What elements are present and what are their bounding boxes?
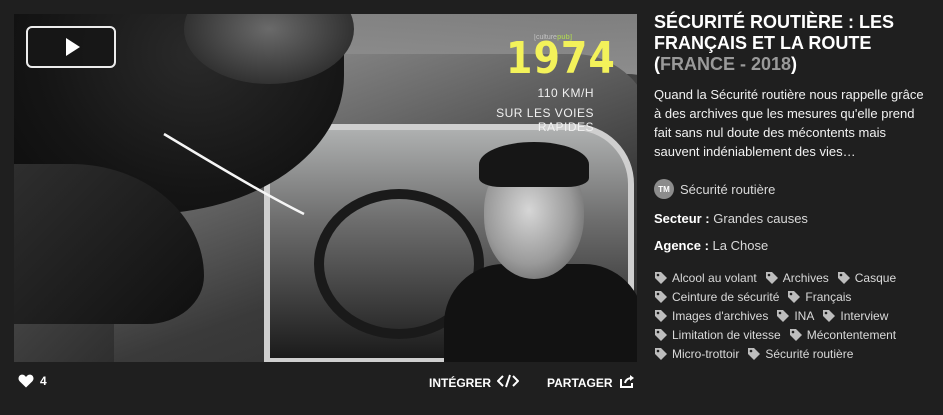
brand-link[interactable]: TM Sécurité routière [654, 179, 934, 199]
tag-label: Interview [840, 309, 889, 323]
tag-icon [654, 290, 668, 304]
tag-icon [654, 347, 668, 361]
tag-label: Sécurité routière [765, 347, 854, 361]
tag-icon [654, 309, 668, 323]
tag-item[interactable]: Images d'archives [654, 309, 768, 323]
tag-icon [787, 290, 801, 304]
tag-label: Casque [854, 271, 897, 285]
tag-icon [776, 309, 790, 323]
tag-icon [822, 309, 836, 323]
share-label: PARTAGER [547, 375, 613, 390]
video-overlay-road: SUR LES VOIES RAPIDES [496, 106, 594, 134]
tag-label: Alcool au volant [672, 271, 757, 285]
heart-icon [18, 374, 34, 388]
tag-label: Ceinture de sécurité [672, 290, 780, 304]
video-overlay-speed: 110 KM/H [537, 86, 594, 100]
sector-label: Secteur : [654, 211, 710, 226]
tag-item[interactable]: Casque [837, 271, 896, 285]
code-icon [496, 374, 520, 391]
video-overlay-year: 1974 [506, 32, 616, 84]
tag-icon [789, 328, 803, 342]
tag-icon [747, 347, 761, 361]
share-button[interactable]: PARTAGER [547, 374, 635, 391]
play-icon [66, 38, 80, 56]
tag-item[interactable]: Français [787, 290, 851, 304]
tag-item[interactable]: Sécurité routière [747, 347, 853, 361]
tag-label: Limitation de vitesse [672, 328, 781, 342]
tag-item[interactable]: Ceinture de sécurité [654, 290, 779, 304]
sector-value[interactable]: Grandes causes [713, 211, 808, 226]
agency-value[interactable]: La Chose [713, 238, 769, 253]
sector-info: Secteur : Grandes causes [654, 211, 934, 226]
tag-label: INA [794, 309, 815, 323]
embed-label: INTÉGRER [429, 375, 492, 390]
tag-item[interactable]: Limitation de vitesse [654, 328, 781, 342]
embed-button[interactable]: INTÉGRER [429, 374, 520, 391]
tag-icon [654, 328, 668, 342]
tag-label: Micro-trottoir [672, 347, 740, 361]
tag-list: Alcool au volant Archives Casque Ceinture d… [654, 271, 939, 361]
agency-label: Agence : [654, 238, 709, 253]
tag-label: Français [805, 290, 852, 304]
tag-icon [765, 271, 779, 285]
tag-icon [837, 271, 851, 285]
article-country-year: FRANCE - 2018 [660, 54, 792, 74]
video-action-bar: 4 INTÉGRER PARTAGER [14, 368, 637, 398]
likes-count: 4 [40, 374, 47, 388]
article-panel: SÉCURITÉ ROUTIÈRE : LES FRANÇAIS ET LA R… [654, 12, 934, 361]
brand-name: Sécurité routière [680, 181, 776, 197]
trademark-icon: TM [654, 179, 674, 199]
tag-item[interactable]: Archives [765, 271, 829, 285]
share-icon [619, 374, 635, 391]
agency-info: Agence : La Chose [654, 238, 934, 253]
article-title: SÉCURITÉ ROUTIÈRE : LES FRANÇAIS ET LA R… [654, 12, 895, 74]
video-player[interactable]: [culturepub] 1974 110 KM/H SUR LES VOIES… [14, 14, 637, 362]
article-description: Quand la Sécurité routière nous rappelle… [654, 87, 924, 159]
like-button[interactable]: 4 [18, 374, 47, 388]
tag-item[interactable]: Micro-trottoir [654, 347, 739, 361]
tag-label: Images d'archives [672, 309, 769, 323]
tag-item[interactable]: Mécontentement [789, 328, 896, 342]
tag-item[interactable]: Alcool au volant [654, 271, 757, 285]
tag-item[interactable]: Interview [822, 309, 888, 323]
play-button[interactable] [26, 26, 116, 68]
tag-label: Archives [782, 271, 829, 285]
tag-label: Mécontentement [806, 328, 897, 342]
tag-icon [654, 271, 668, 285]
tag-item[interactable]: INA [776, 309, 814, 323]
